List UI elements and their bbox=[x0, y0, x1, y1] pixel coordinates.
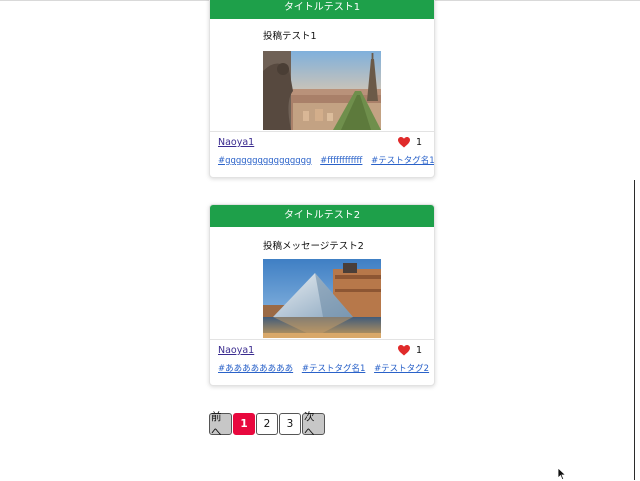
like-button[interactable]: 1 bbox=[397, 345, 422, 356]
tag-link[interactable]: #テストタグ2 bbox=[374, 364, 429, 374]
scrollbar-edge[interactable] bbox=[634, 180, 635, 480]
post-body: 投稿メッセージテスト2 Naoya1 1 #ああああああああ #テストタグ名1 … bbox=[210, 227, 434, 385]
post-message: 投稿メッセージテスト2 bbox=[263, 241, 364, 252]
tag-list: #ああああああああ #テストタグ名1 #テストタグ2 bbox=[218, 362, 434, 374]
post-image bbox=[263, 51, 381, 130]
author-link[interactable]: Naoya1 bbox=[218, 137, 254, 148]
heart-icon[interactable] bbox=[397, 137, 410, 148]
post-body: 投稿テスト1 Naoya1 1 #gggggggggggggggg #fffff… bbox=[210, 19, 434, 177]
paris-city-photo-icon bbox=[263, 51, 381, 130]
post-card: タイトルテスト1 投稿テスト1 Naoya1 1 #gggggggggggggg… bbox=[209, 0, 435, 178]
pagination: 前へ 1 2 3 次へ bbox=[209, 411, 326, 438]
louvre-pyramid-photo-icon bbox=[263, 259, 381, 338]
prev-page-button[interactable]: 前へ bbox=[209, 411, 232, 438]
post-image bbox=[263, 259, 381, 338]
post-footer: Naoya1 1 #gggggggggggggggg #ffffffffffff… bbox=[210, 131, 434, 177]
post-message: 投稿テスト1 bbox=[263, 31, 317, 42]
like-count: 1 bbox=[415, 137, 422, 148]
page-button-3[interactable]: 3 bbox=[279, 413, 301, 435]
tag-list: #gggggggggggggggg #ffffffffffff #テストタグ名1 bbox=[218, 154, 434, 166]
tag-link[interactable]: #テストタグ名1 bbox=[302, 364, 366, 374]
like-button[interactable]: 1 bbox=[397, 137, 422, 148]
like-count: 1 bbox=[415, 345, 422, 356]
post-footer: Naoya1 1 #ああああああああ #テストタグ名1 #テストタグ2 bbox=[210, 339, 434, 385]
page-button-2[interactable]: 2 bbox=[256, 413, 278, 435]
post-card: タイトルテスト2 投稿メッセージテスト2 Naoya1 1 #ああああああああ … bbox=[209, 204, 435, 386]
mouse-cursor-icon bbox=[557, 467, 567, 481]
next-page-button[interactable]: 次へ bbox=[302, 411, 325, 438]
post-title: タイトルテスト1 bbox=[210, 0, 434, 19]
page-button-1[interactable]: 1 bbox=[233, 413, 255, 435]
tag-link[interactable]: #ffffffffffff bbox=[320, 156, 362, 166]
tag-link[interactable]: #gggggggggggggggg bbox=[218, 156, 311, 166]
author-link[interactable]: Naoya1 bbox=[218, 345, 254, 356]
tag-link[interactable]: #ああああああああ bbox=[218, 364, 293, 374]
heart-icon[interactable] bbox=[397, 345, 410, 356]
tag-link[interactable]: #テストタグ名1 bbox=[371, 156, 434, 166]
post-title: タイトルテスト2 bbox=[210, 205, 434, 227]
